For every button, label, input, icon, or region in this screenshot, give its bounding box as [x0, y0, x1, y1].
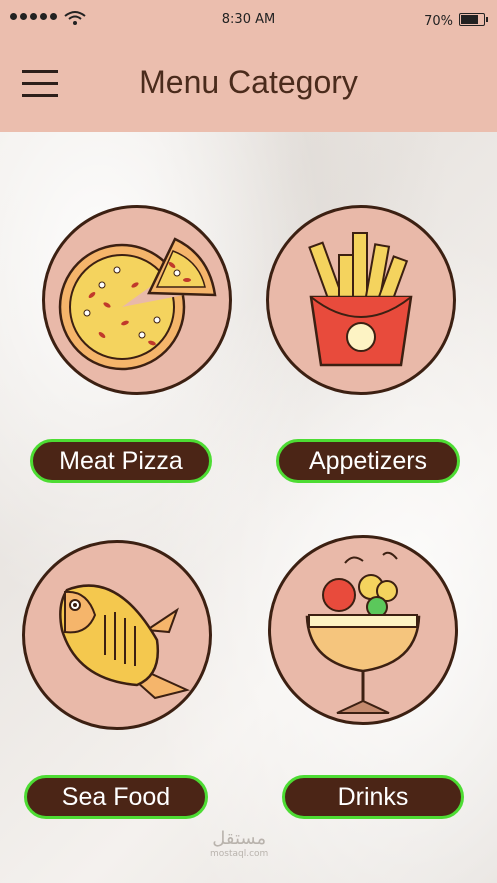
- category-circle[interactable]: [22, 540, 212, 730]
- category-circle[interactable]: [268, 535, 458, 725]
- page-title: Menu Category: [139, 64, 358, 100]
- battery-percent: 70%: [424, 14, 453, 29]
- status-bar: 8:30 AM 70%: [0, 0, 497, 40]
- watermark-text: مستقل: [212, 828, 267, 849]
- watermark-logo: مستقل mostaql.com: [210, 828, 268, 859]
- fries-icon: [308, 232, 413, 367]
- battery-icon: [459, 13, 488, 26]
- category-button[interactable]: Sea Food: [24, 775, 208, 819]
- fish-icon: [59, 584, 191, 700]
- cocktail-icon: [305, 551, 421, 714]
- watermark-subtext: mostaql.com: [210, 849, 269, 859]
- category-button[interactable]: Drinks: [282, 775, 464, 819]
- category-button[interactable]: Appetizers: [276, 439, 460, 483]
- pizza-icon: [58, 237, 217, 371]
- category-button[interactable]: Meat Pizza: [30, 439, 212, 483]
- app-header: Menu Category: [0, 40, 497, 132]
- category-circle[interactable]: [266, 205, 456, 395]
- category-circle[interactable]: [42, 205, 232, 395]
- status-time: 8:30 AM: [221, 12, 276, 27]
